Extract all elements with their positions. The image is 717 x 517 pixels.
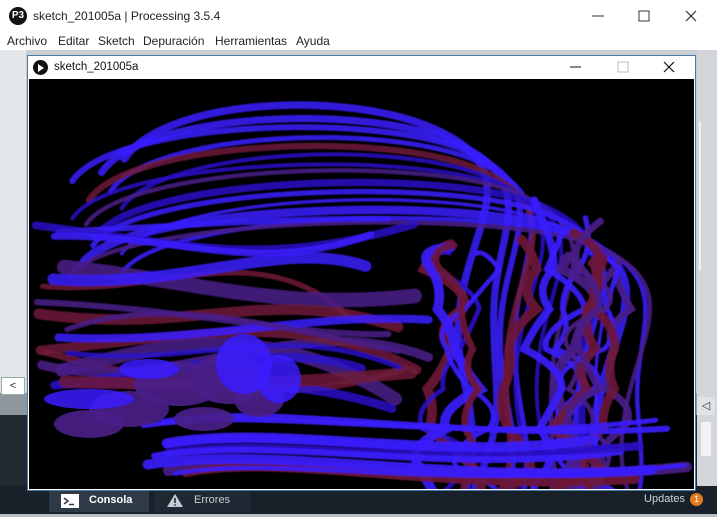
sketch-minimize-icon[interactable] (566, 59, 586, 75)
ide-title-bar: P3 sketch_201005a | Processing 3.5.4 (0, 0, 717, 32)
menu-ayuda[interactable]: Ayuda (296, 32, 330, 50)
updates-label: Updates (644, 493, 685, 505)
scroll-right-button[interactable]: ◁ (697, 397, 715, 415)
scrollbar-thumb[interactable] (699, 121, 701, 271)
minimize-icon[interactable] (588, 8, 608, 24)
console-icon (61, 493, 79, 517)
sketch-window: sketch_201005a (27, 55, 696, 491)
tab-errores-label: Errores (194, 494, 231, 506)
editor-gutter (0, 50, 26, 393)
menu-archivo[interactable]: Archivo (7, 32, 47, 50)
maximize-icon[interactable] (634, 8, 654, 24)
tab-consola-label: Consola (89, 494, 133, 506)
console-scrollbar-thumb[interactable] (701, 422, 711, 456)
sketch-canvas[interactable] (29, 79, 694, 489)
menu-bar: Archivo Editar Sketch Depuración Herrami… (0, 32, 717, 50)
warning-icon (166, 493, 184, 517)
close-icon[interactable] (681, 8, 701, 24)
menu-depuracion[interactable]: Depuración (143, 32, 204, 50)
window-title: sketch_201005a | Processing 3.5.4 (33, 9, 221, 23)
generative-art (31, 101, 692, 489)
menu-sketch[interactable]: Sketch (98, 32, 135, 50)
updates-count-badge: 1 (690, 492, 703, 506)
updates-indicator[interactable]: Updates 1 (644, 491, 703, 507)
sketch-window-title: sketch_201005a (54, 61, 139, 73)
sketch-maximize-icon[interactable] (613, 59, 633, 75)
sketch-title-bar[interactable]: sketch_201005a (28, 56, 695, 79)
tab-consola[interactable]: Consola (49, 488, 149, 512)
play-icon (33, 60, 48, 75)
sketch-close-icon[interactable] (659, 59, 679, 75)
tab-errores[interactable]: Errores (154, 488, 250, 512)
menu-editar[interactable]: Editar (58, 32, 89, 50)
menu-herramientas[interactable]: Herramientas (215, 32, 287, 50)
scroll-left-button[interactable]: < (1, 377, 25, 395)
processing-logo-icon: P3 (9, 7, 27, 25)
